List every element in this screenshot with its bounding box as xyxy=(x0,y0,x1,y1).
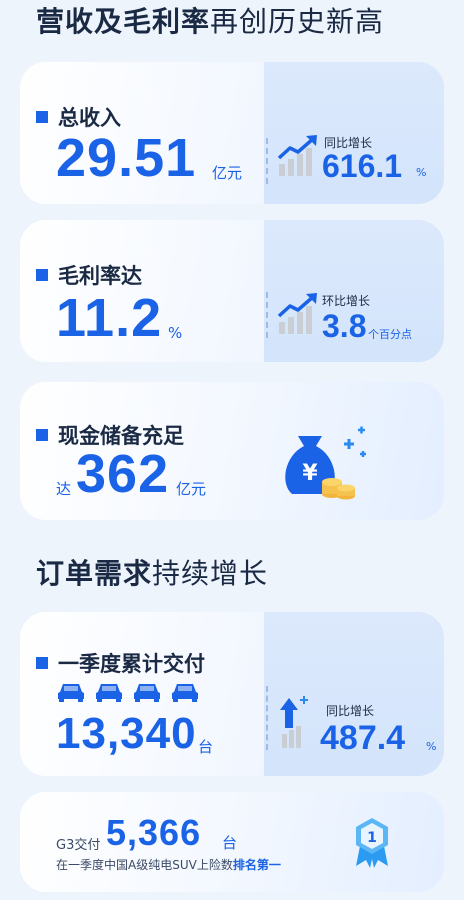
g3-note: 在一季度中国A级纯电SUV上险数排名第一 xyxy=(56,856,281,873)
deliveries-label: 一季度累计交付 xyxy=(58,652,205,676)
deliveries-divider xyxy=(266,686,268,750)
margin-stat-label: 环比增长 xyxy=(322,294,371,308)
g3-unit: 台 xyxy=(222,834,238,852)
revenue-unit: 亿元 xyxy=(212,164,243,182)
margin-card: 毛利率达 11.2 % 环比增长 3.8 个百分点 xyxy=(20,220,444,362)
cash-card: 现金储备充足 达 362 亿元 ¥ xyxy=(20,382,444,520)
bullet-square-icon xyxy=(36,111,48,123)
section-title-bold: 营收及毛利率 xyxy=(36,5,211,38)
deliveries-unit: 台 xyxy=(198,738,214,756)
deliveries-stat-label: 同比增长 xyxy=(326,704,375,718)
car-icons-row xyxy=(56,680,200,702)
margin-unit: % xyxy=(168,324,183,342)
margin-label: 毛利率达 xyxy=(58,264,142,288)
deliveries-value: 13,340 xyxy=(56,709,197,758)
margin-divider xyxy=(266,292,268,338)
section-title-light: 持续增长 xyxy=(152,557,269,590)
revenue-card: 总收入 29.51 亿元 同比增长 616.1 % xyxy=(20,62,444,204)
bullet-square-icon xyxy=(36,657,48,669)
revenue-value: 29.51 xyxy=(56,128,197,188)
section-title-bold: 订单需求 xyxy=(36,557,153,590)
cash-prefix: 达 xyxy=(56,480,72,498)
growth-chart-icon xyxy=(277,293,317,334)
rank-badge-number: 1 xyxy=(367,830,377,846)
growth-chart-icon xyxy=(277,135,317,176)
bullet-square-icon xyxy=(36,269,48,281)
margin-stat-unit: 个百分点 xyxy=(368,328,412,341)
revenue-stat-unit: % xyxy=(416,166,427,179)
revenue-divider xyxy=(266,138,268,184)
car-icon xyxy=(172,684,198,702)
rank-badge-icon: 1 xyxy=(356,818,388,868)
deliveries-card: 一季度累计交付 13,340 台 同比增长 487.4 % xyxy=(20,612,444,776)
money-bag-icon: ¥ xyxy=(285,426,366,500)
bullet-square-icon xyxy=(36,429,48,441)
growth-arrow-icon xyxy=(280,696,308,748)
section-title-light: 再创历史新高 xyxy=(210,5,385,38)
deliveries-stat-unit: % xyxy=(426,740,437,753)
g3-card: G3交付 5,366 台 在一季度中国A级纯电SUV上险数排名第一 1 xyxy=(20,792,444,892)
deliveries-stat-value: 487.4 xyxy=(320,719,406,757)
section-title-orders: 订单需求持续增长 xyxy=(36,556,268,592)
cash-value: 362 xyxy=(76,444,170,504)
margin-stat-value: 3.8 xyxy=(322,308,367,344)
svg-text:¥: ¥ xyxy=(302,461,318,486)
g3-note-plain: 在一季度中国A级纯电SUV上险数 xyxy=(56,858,233,872)
g3-value: 5,366 xyxy=(106,812,202,853)
g3-prefix: G3交付 xyxy=(56,838,101,853)
car-icon xyxy=(96,684,122,702)
cash-unit: 亿元 xyxy=(176,480,207,498)
g3-note-bold: 排名第一 xyxy=(232,858,281,872)
revenue-stat-value: 616.1 xyxy=(322,148,403,184)
margin-label-row: 毛利率达 xyxy=(36,260,142,290)
car-icon xyxy=(58,684,84,702)
car-icon xyxy=(134,684,160,702)
margin-value: 11.2 xyxy=(56,288,163,348)
section-title-revenue: 营收及毛利率再创历史新高 xyxy=(36,4,384,40)
deliveries-label-row: 一季度累计交付 xyxy=(36,648,205,678)
